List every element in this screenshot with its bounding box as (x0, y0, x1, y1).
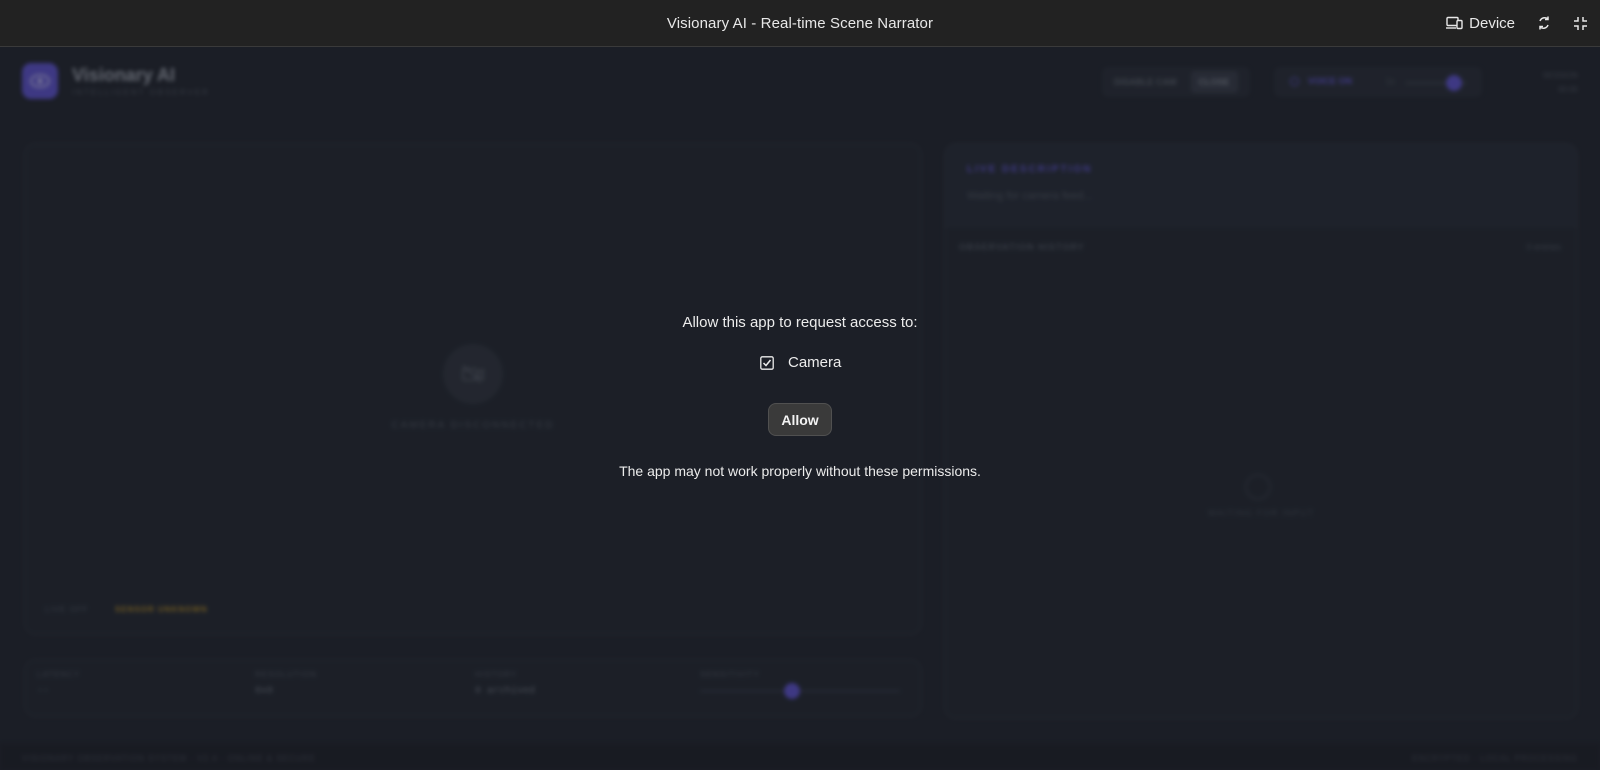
exit-fullscreen-icon[interactable] (1573, 16, 1588, 31)
eye-logo-icon (22, 63, 58, 99)
sensitivity-slider-track[interactable] (700, 690, 900, 692)
voice-toggle[interactable]: VOICE ON (1308, 76, 1352, 86)
stat-label: LATENCY (37, 670, 81, 679)
stat-sensitivity: SENSITIVITY (700, 670, 760, 679)
permission-item-camera[interactable]: Camera (760, 354, 841, 371)
stat-latency: LATENCY -- (37, 670, 80, 697)
description-panel: LIVE DESCRIPTION Waiting for camera feed… (944, 143, 1578, 719)
live-description-box: LIVE DESCRIPTION Waiting for camera feed… (945, 144, 1577, 228)
permission-item-label: Camera (788, 354, 842, 371)
rotate-icon[interactable] (1537, 16, 1551, 30)
title-bar-controls: Device (1446, 0, 1588, 46)
camera-off-icon (443, 344, 503, 404)
voice-control: VOICE ON 1x (1274, 67, 1482, 97)
stat-resolution: RESOLUTION 0x0 (255, 670, 317, 697)
history-title: OBSERVATION HISTORY (959, 242, 1085, 252)
device-button[interactable]: Device (1446, 15, 1515, 32)
session-value: 00:00 (1557, 85, 1578, 94)
device-label: Device (1469, 14, 1515, 32)
live-description-title: LIVE DESCRIPTION (967, 164, 1093, 175)
camera-toggle: DISABLE CAM CLOSE (1102, 67, 1250, 97)
live-description-text: Waiting for camera feed... (967, 190, 1093, 202)
stat-value: 0 archived (475, 686, 536, 697)
footer-left: VISIONARY OBSERVATION SYSTEM · V2.4 · ON… (22, 754, 316, 763)
disable-cam-button[interactable]: DISABLE CAM (1106, 71, 1185, 93)
app-footer: VISIONARY OBSERVATION SYSTEM · V2.4 · ON… (0, 744, 1600, 770)
session-label: SESSION (1542, 71, 1578, 80)
voice-rate-knob[interactable] (1446, 75, 1462, 91)
sensor-status: SENSOR UNKNOWN (115, 605, 208, 614)
camera-panel: CAMERA DISCONNECTED LIVE OFF SENSOR UNKN… (24, 143, 922, 635)
live-status: LIVE OFF (45, 605, 89, 614)
stat-value: -- (37, 686, 50, 697)
history-count: 0 entries (1526, 242, 1561, 252)
stat-label: HISTORY (475, 670, 518, 679)
checkbox-checked-icon[interactable] (760, 355, 774, 370)
stat-label: RESOLUTION (255, 670, 318, 679)
stat-history: HISTORY 0 archived (475, 670, 535, 697)
close-button[interactable]: CLOSE (1190, 71, 1238, 93)
brand-subtitle: INTELLIGENT OBSERVER (72, 88, 210, 97)
stat-label: SENSITIVITY (700, 670, 760, 679)
voice-rate-label: 1x (1386, 77, 1395, 86)
window-title-bar: Visionary AI - Real-time Scene Narrator … (0, 0, 1600, 47)
session-info: SESSION 00:00 (1542, 69, 1578, 97)
permission-heading: Allow this app to request access to: (682, 314, 918, 331)
sensitivity-slider-knob[interactable] (784, 683, 800, 699)
footer-right: ENCRYPTED · LOCAL PROCESSING (1412, 754, 1578, 763)
allow-button[interactable]: Allow (768, 403, 832, 436)
device-icon (1446, 16, 1463, 30)
voice-icon (1290, 77, 1299, 86)
stats-bar: LATENCY -- RESOLUTION 0x0 HISTORY 0 arch… (24, 659, 922, 717)
app-header: Visionary AI INTELLIGENT OBSERVER DISABL… (0, 47, 1600, 119)
history-empty-text: WAITING FOR INPUT (1207, 508, 1315, 518)
stat-value: 0x0 (255, 686, 274, 697)
window-title: Visionary AI - Real-time Scene Narrator (666, 14, 934, 32)
permission-note: The app may not work properly without th… (619, 463, 981, 479)
brand-name: Visionary AI (72, 65, 176, 85)
